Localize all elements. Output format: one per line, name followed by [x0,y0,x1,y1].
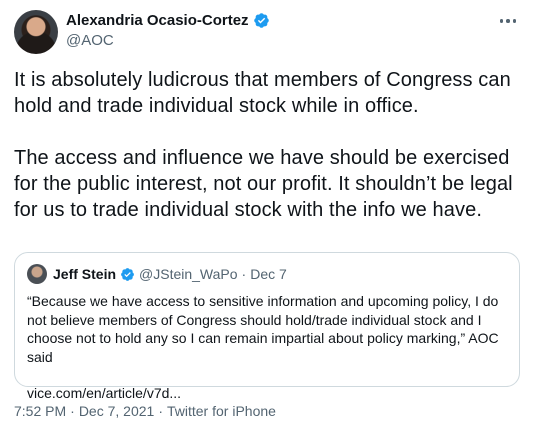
quoted-tweet-text: “Because we have access to sensitive inf… [27,293,499,365]
quoted-author-handle: @JStein_WaPo [139,266,238,282]
tweet-meta: 7:52 PM · Dec 7, 2021 · Twitter for iPhone [14,403,276,419]
author-avatar[interactable] [14,10,58,54]
tweet-date[interactable]: Dec 7, 2021 [79,403,155,419]
meta-separator: · [70,403,75,419]
author-info: Alexandria Ocasio-Cortez @AOC [66,12,270,49]
quoted-tweet[interactable]: Jeff Stein @JStein_WaPo · Dec 7 “Because… [14,252,520,401]
author-display-name[interactable]: Alexandria Ocasio-Cortez [66,12,249,29]
quoted-author-avatar [27,264,47,284]
quoted-separator: · [241,266,247,282]
quoted-author-name: Jeff Stein [53,266,117,282]
tweet-paragraph: The access and influence we have should … [14,147,513,221]
quoted-tweet-header: Jeff Stein @JStein_WaPo · Dec 7 [27,264,507,284]
tweet-header: Alexandria Ocasio-Cortez @AOC [14,10,523,58]
more-options-icon[interactable] [495,12,521,30]
meta-separator: · [158,403,163,419]
quoted-tweet-link[interactable]: vice.com/en/article/v7d... [27,385,507,401]
author-handle[interactable]: @AOC [66,32,270,49]
tweet-time[interactable]: 7:52 PM [14,403,66,419]
tweet-paragraph: It is absolutely ludicrous that members … [14,69,511,117]
tweet-text: It is absolutely ludicrous that members … [14,67,526,223]
tweet-source[interactable]: Twitter for iPhone [167,403,276,419]
verified-badge-icon [253,13,269,28]
author-name-row: Alexandria Ocasio-Cortez [66,12,270,29]
verified-badge-icon [121,267,134,281]
quoted-date: Dec 7 [250,266,287,282]
